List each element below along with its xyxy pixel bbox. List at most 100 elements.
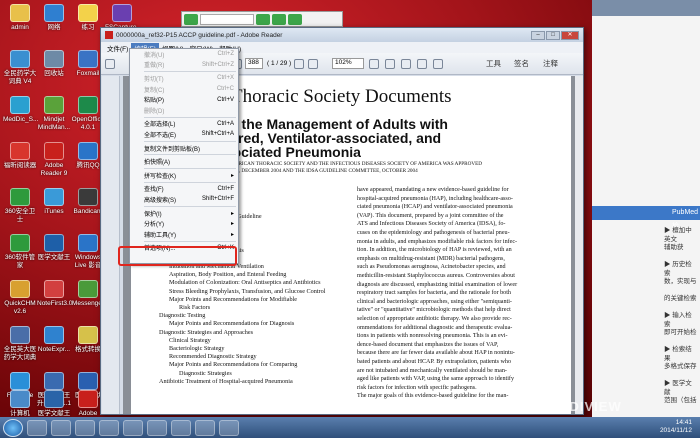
taskbar-adobe-icon[interactable] xyxy=(123,419,143,436)
desktop-icon[interactable]: admin xyxy=(3,4,37,32)
menu-item-label: 复制(C) xyxy=(144,87,165,94)
taskbar-app-icon[interactable] xyxy=(147,419,167,436)
maximize-button[interactable]: □ xyxy=(546,30,560,40)
start-button[interactable] xyxy=(3,418,23,437)
toolbar-icon[interactable] xyxy=(272,13,286,25)
zoom-in-icon[interactable] xyxy=(308,59,318,69)
sign-button[interactable]: 签名 xyxy=(514,58,529,69)
menu-item[interactable]: 重做(R) Shift+Ctrl+Z xyxy=(130,60,238,71)
desktop-icon[interactable]: 福昕阅读器 xyxy=(3,142,37,170)
menu-item[interactable]: 复制文件到剪贴板(B) xyxy=(130,143,238,154)
highlight-icon[interactable] xyxy=(417,59,427,69)
scrollbar[interactable] xyxy=(575,76,583,414)
body-text-line: tion. In addition, the microbiology of H… xyxy=(357,247,512,254)
comment-button[interactable]: 注释 xyxy=(543,58,558,69)
menu-item[interactable]: 剪切(T) Ctrl+X xyxy=(130,73,238,84)
taskbar-app-icon[interactable] xyxy=(171,419,191,436)
app-icon xyxy=(44,234,64,252)
app-icon xyxy=(44,372,64,390)
app-icon xyxy=(78,50,98,68)
menu-item[interactable]: 拼写检查(K) ▸ xyxy=(130,170,238,181)
app-icon xyxy=(44,326,64,344)
desktop-icon[interactable]: MedDic_S... xyxy=(3,96,38,124)
app-icon xyxy=(78,372,98,390)
search-input[interactable] xyxy=(200,13,254,25)
desktop-icon[interactable]: 360软件管家 xyxy=(3,234,37,270)
side-pane-text: ▶ 历史检索 xyxy=(664,261,692,277)
menu-item-shortcut: Ctrl+V xyxy=(217,96,234,103)
desktop-icon[interactable]: 全民药学大词典 V4 xyxy=(3,50,37,86)
zoom-select[interactable]: 102% xyxy=(332,58,364,69)
clock-date: 2014/11/12 xyxy=(659,427,692,434)
desktop-icon-label: Mindjet MindMan... xyxy=(37,116,71,131)
open-icon[interactable] xyxy=(105,59,115,69)
submenu-arrow-icon: ▸ xyxy=(230,231,234,238)
taskbar-chrome-icon[interactable] xyxy=(219,419,239,436)
title-bar: 0000000a_ref32-P15 ACCP guideline.pdf - … xyxy=(101,28,583,42)
toolbar-icon[interactable] xyxy=(288,13,302,25)
search-button-icon[interactable] xyxy=(256,13,270,25)
desktop-icon[interactable]: Mindjet MindMan... xyxy=(37,96,71,132)
toc-entry: Recommended Diagnostic Strategy xyxy=(169,353,257,361)
close-button[interactable]: ✕ xyxy=(561,30,579,40)
menu-item[interactable]: 查找(F) Ctrl+F xyxy=(130,184,238,195)
body-text-line: diagnosis are discussed, emphasizing ini… xyxy=(357,281,518,288)
menu-item[interactable]: 保护(I) ▸ xyxy=(130,208,238,219)
app-icon xyxy=(44,188,64,206)
search-icon[interactable] xyxy=(184,13,198,25)
desktop-icon[interactable]: 全民英大医药学大词典 xyxy=(3,326,37,362)
toc-entry: Stress Bleeding Prophylaxis, Transfusion… xyxy=(169,287,326,295)
menu-item[interactable]: 全部选择(L) Ctrl+A xyxy=(130,119,238,130)
fit-width-icon[interactable] xyxy=(385,59,395,69)
comment-icon[interactable] xyxy=(401,59,411,69)
tools-button[interactable]: 工具 xyxy=(486,58,501,69)
menu-item[interactable]: 分析(Y) ▸ xyxy=(130,218,238,229)
page-number-input[interactable]: 388 xyxy=(245,58,263,69)
menu-item[interactable]: 撤消(U) Ctrl+Z xyxy=(130,49,238,60)
sign-icon[interactable] xyxy=(433,59,443,69)
app-icon xyxy=(10,390,30,408)
desktop-icon[interactable]: QuickCHM v2.6 xyxy=(3,280,37,316)
app-icon xyxy=(10,188,30,206)
menu-item-label: 分析(Y) xyxy=(144,222,164,229)
desktop-icon-label: QuickCHM v2.6 xyxy=(4,300,36,315)
desktop-icon[interactable]: Adobe Reader 9 xyxy=(37,142,71,178)
app-icon xyxy=(44,4,64,22)
menu-file[interactable]: 文件(F) xyxy=(104,43,131,53)
desktop-icon[interactable]: 医学文献王 xyxy=(37,234,71,262)
desktop-icon[interactable]: NoteFirst3.0 xyxy=(37,280,72,308)
zoom-out-icon[interactable] xyxy=(294,59,304,69)
menu-item-label: 粘贴(P) xyxy=(144,98,164,105)
menu-item[interactable]: 复制(C) Ctrl+C xyxy=(130,84,238,95)
fit-page-icon[interactable] xyxy=(369,59,379,69)
body-text-line: selection of appropriate antibiotic ther… xyxy=(357,316,512,322)
taskbar-app-icon[interactable] xyxy=(195,419,215,436)
taskbar-explorer-icon[interactable] xyxy=(51,419,71,436)
toc-entry: Major Points and Recommendations for Com… xyxy=(169,361,298,369)
desktop-icon[interactable]: 360安全卫士 xyxy=(3,188,37,224)
desktop-icon[interactable]: 计算机 xyxy=(3,390,37,418)
menu-separator xyxy=(144,240,236,242)
taskbar-app-icon[interactable] xyxy=(99,419,119,436)
app-icon xyxy=(10,234,30,252)
toc-entry: Risk Factors xyxy=(179,304,211,311)
body-text-line: aged like patients with VAP, using the s… xyxy=(357,376,514,383)
menu-item-label: 高级搜索(S) xyxy=(144,197,176,204)
desktop-icon[interactable]: iTunes xyxy=(37,188,71,216)
desktop-icon[interactable]: NoteExpr... xyxy=(37,326,71,354)
taskbar-ie-icon[interactable] xyxy=(27,419,47,436)
minimize-button[interactable]: – xyxy=(531,30,545,40)
body-text-line: emphasis on multidrug-resistant (MDR) ba… xyxy=(357,255,505,262)
taskbar-media-icon[interactable] xyxy=(75,419,95,436)
menu-item[interactable]: 拍快照(A) xyxy=(130,156,238,167)
clock: 14:41 2014/11/12 xyxy=(660,419,692,435)
menu-item[interactable]: 辅助工具(Y) ▸ xyxy=(130,229,238,240)
menu-item-shortcut: Ctrl+F xyxy=(217,185,235,192)
menu-item[interactable]: 高级搜索(S) Shift+Ctrl+F xyxy=(130,194,238,205)
menu-item[interactable]: 粘贴(P) Ctrl+V xyxy=(130,94,238,105)
desktop-icon[interactable]: 网络 xyxy=(37,4,71,32)
desktop-icon[interactable]: 回收站 xyxy=(37,50,71,78)
side-pane-text: 范围（包括 xyxy=(664,397,697,404)
menu-item[interactable]: 全部不选(E) Shift+Ctrl+A xyxy=(130,129,238,140)
menu-item[interactable]: 删除(D) xyxy=(130,105,238,116)
